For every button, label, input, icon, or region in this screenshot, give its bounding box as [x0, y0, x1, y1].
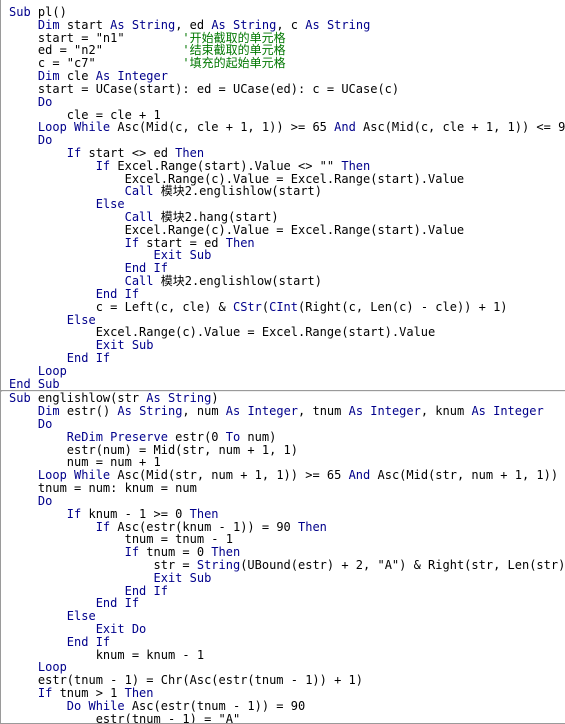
code-line[interactable]: Loop While Asc(Mid(c, cle + 1, 1)) >= 65…: [1, 121, 565, 134]
keyword-token: As Integer: [471, 404, 544, 419]
identifier-token: , knum: [420, 404, 472, 419]
keyword-token: As String: [305, 17, 371, 32]
keyword-token: Call: [124, 184, 154, 199]
code-line-list[interactable]: Sub pl() Dim start As String, ed As Stri…: [1, 6, 565, 390]
identifier-token: 模块2.englishlow(start): [153, 274, 322, 289]
identifier-token: estr(): [59, 404, 118, 419]
keyword-token: Then: [225, 235, 255, 250]
identifier-token: Asc(Mid(c, cle + 1, 1)) <= 90: [355, 120, 565, 135]
procedure-block-englishlow[interactable]: Sub englishlow(str As String) Dim estr()…: [1, 392, 565, 724]
code-line[interactable]: Dim estr() As String, num As Integer, tn…: [1, 405, 565, 418]
keyword-token: And: [334, 120, 356, 135]
comment-token: '填充的起始单元格: [182, 56, 286, 71]
identifier-token: , tnum: [298, 404, 349, 419]
keyword-token: And: [348, 468, 371, 483]
code-line[interactable]: End If: [1, 352, 565, 365]
keyword-token: As Integer: [348, 404, 421, 419]
code-line-list[interactable]: Sub englishlow(str As String) Dim estr()…: [1, 392, 565, 724]
code-line[interactable]: End Sub: [1, 376, 565, 391]
keyword-token: CInt: [269, 299, 299, 314]
code-line[interactable]: Loop: [1, 364, 565, 378]
keyword-token: End If: [95, 596, 140, 611]
keyword-token: Then: [298, 519, 327, 534]
keyword-token: As Integer: [225, 404, 299, 419]
identifier-token: start = UCase(start): ed = UCase(ed): c …: [9, 81, 400, 96]
identifier-token: 模块2.englishlow(start): [153, 184, 322, 199]
code-line[interactable]: estr(tnum - 1) = "A": [1, 711, 565, 724]
identifier-token: (Right(c, Len(c) - cle)) + 1): [298, 299, 508, 314]
identifier-token: (UBound(estr) + 2, "A") & Right(str, Len…: [240, 557, 565, 572]
keyword-token: End If: [66, 350, 111, 365]
identifier-token: estr(tnum - 1) = "A": [9, 711, 241, 724]
keyword-token: As String: [117, 404, 183, 419]
keyword-token: CStr: [232, 299, 262, 314]
procedure-block-pl[interactable]: Sub pl() Dim start As String, ed As Stri…: [1, 6, 565, 390]
code-line[interactable]: knum = knum - 1: [1, 648, 565, 662]
identifier-token: Asc(Mid(c, cle + 1, 1)) >= 65: [110, 120, 335, 135]
code-editor-pane[interactable]: Sub pl() Dim start As String, ed As Stri…: [0, 0, 565, 724]
identifier-token: , num: [182, 404, 226, 419]
keyword-token: End Sub: [9, 376, 60, 391]
identifier-token: Asc(Mid(str, num + 1, 1)) <= 90: [377, 468, 559, 483]
code-line[interactable]: start = UCase(start): ed = UCase(ed): c …: [1, 81, 565, 96]
code-line[interactable]: tnum = num: knum = num: [1, 482, 565, 495]
